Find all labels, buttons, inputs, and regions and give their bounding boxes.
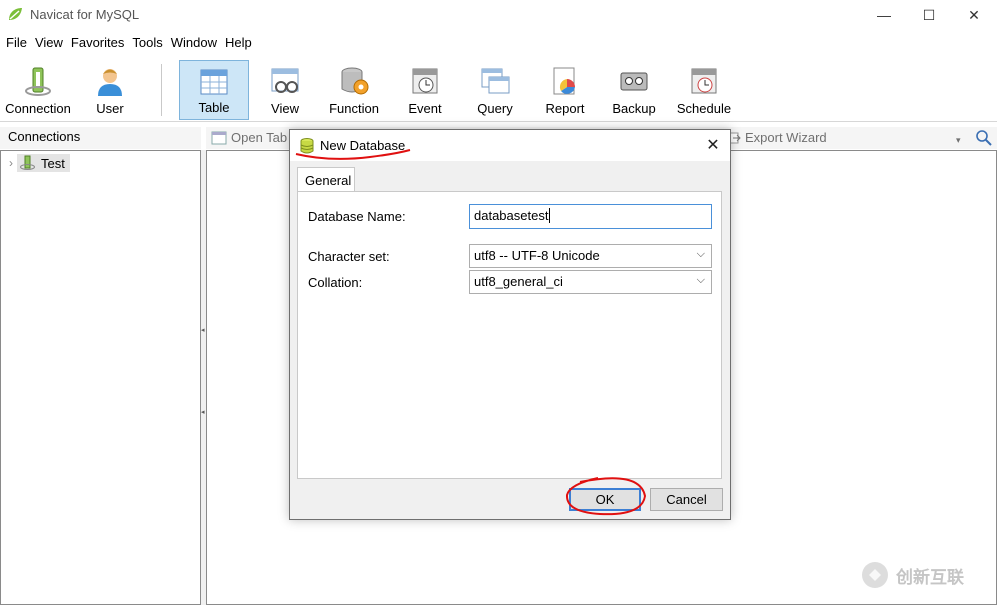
view-icon	[271, 68, 299, 93]
ok-button[interactable]: OK	[569, 488, 641, 511]
backup-icon	[620, 72, 648, 91]
function-icon	[341, 67, 369, 95]
dialog-close-button[interactable]: ✕	[702, 134, 724, 156]
query-icon	[481, 68, 510, 94]
open-table-icon	[211, 131, 227, 144]
window-title: Navicat for MySQL	[30, 7, 140, 22]
menu-tools[interactable]: Tools	[128, 32, 166, 54]
close-icon: ✕	[706, 137, 720, 154]
event-icon	[412, 68, 438, 94]
schedule-icon	[691, 68, 717, 94]
chevron-down-icon: ⌵	[696, 248, 705, 260]
connection-label: Test	[41, 155, 65, 171]
open-table-button[interactable]: Open Tab	[211, 130, 287, 145]
menu-file[interactable]: File	[2, 32, 31, 54]
close-window-button[interactable]: ✕	[951, 0, 997, 30]
connections-header: Connections	[0, 127, 201, 149]
toolbar-connection-button[interactable]: Connection	[2, 60, 74, 120]
table-icon	[200, 69, 228, 95]
export-wizard-button[interactable]: Export Wizard	[727, 130, 827, 145]
connections-tree: › Test	[0, 150, 201, 605]
database-name-input[interactable]: databasetest	[469, 204, 712, 229]
toolbar-user-button[interactable]: User	[80, 60, 140, 120]
minimize-button[interactable]: —	[861, 0, 907, 30]
tab-general[interactable]: General	[297, 167, 355, 192]
title-bar: Navicat for MySQL — ☐ ✕	[0, 0, 997, 30]
main-toolbar: Connection User Table View Function Even…	[0, 58, 997, 122]
toolbar-schedule-button[interactable]: Schedule	[672, 60, 736, 120]
dropdown-arrow-icon[interactable]: ▾	[956, 135, 961, 146]
menu-bar: File View Favorites Tools Window Help	[0, 32, 256, 54]
toolbar-backup-button[interactable]: Backup	[604, 60, 664, 120]
database-name-label: Database Name:	[308, 209, 406, 224]
collation-label: Collation:	[308, 275, 363, 290]
menu-view[interactable]: View	[31, 32, 67, 54]
watermark-logo: 创新互联	[860, 560, 964, 590]
connection-node-icon	[20, 155, 35, 170]
tree-item-connection[interactable]: › Test	[9, 153, 70, 173]
toolbar-event-button[interactable]: Event	[396, 60, 454, 120]
watermark-logo-icon	[862, 562, 888, 588]
toolbar-view-button[interactable]: View	[254, 60, 316, 120]
cancel-button[interactable]: Cancel	[650, 488, 723, 511]
chevron-down-icon: ⌵	[696, 274, 705, 286]
menu-help[interactable]: Help	[221, 32, 256, 54]
chevron-right-icon[interactable]: ›	[9, 156, 13, 170]
tree-item-label-box[interactable]: Test	[17, 154, 70, 172]
search-icon[interactable]	[975, 129, 993, 147]
menu-window[interactable]: Window	[167, 32, 221, 54]
report-icon	[553, 67, 575, 95]
dialog-titlebar: New Database ✕	[290, 130, 730, 161]
menu-favorites[interactable]: Favorites	[67, 32, 128, 54]
connection-icon	[25, 67, 51, 96]
character-set-label: Character set:	[308, 249, 390, 264]
toolbar-function-button[interactable]: Function	[322, 60, 386, 120]
user-icon	[98, 69, 122, 96]
character-set-select[interactable]: utf8 -- UTF-8 Unicode ⌵	[469, 244, 712, 268]
database-icon	[300, 138, 314, 154]
navicat-logo-icon	[9, 8, 22, 20]
general-tab-panel	[297, 191, 722, 479]
toolbar-separator	[161, 64, 162, 116]
dialog-title: New Database	[320, 138, 406, 153]
toolbar-query-button[interactable]: Query	[466, 60, 524, 120]
toolbar-table-button[interactable]: Table	[179, 60, 249, 120]
toolbar-report-button[interactable]: Report	[536, 60, 594, 120]
maximize-button[interactable]: ☐	[906, 0, 952, 30]
collation-select[interactable]: utf8_general_ci ⌵	[469, 270, 712, 294]
